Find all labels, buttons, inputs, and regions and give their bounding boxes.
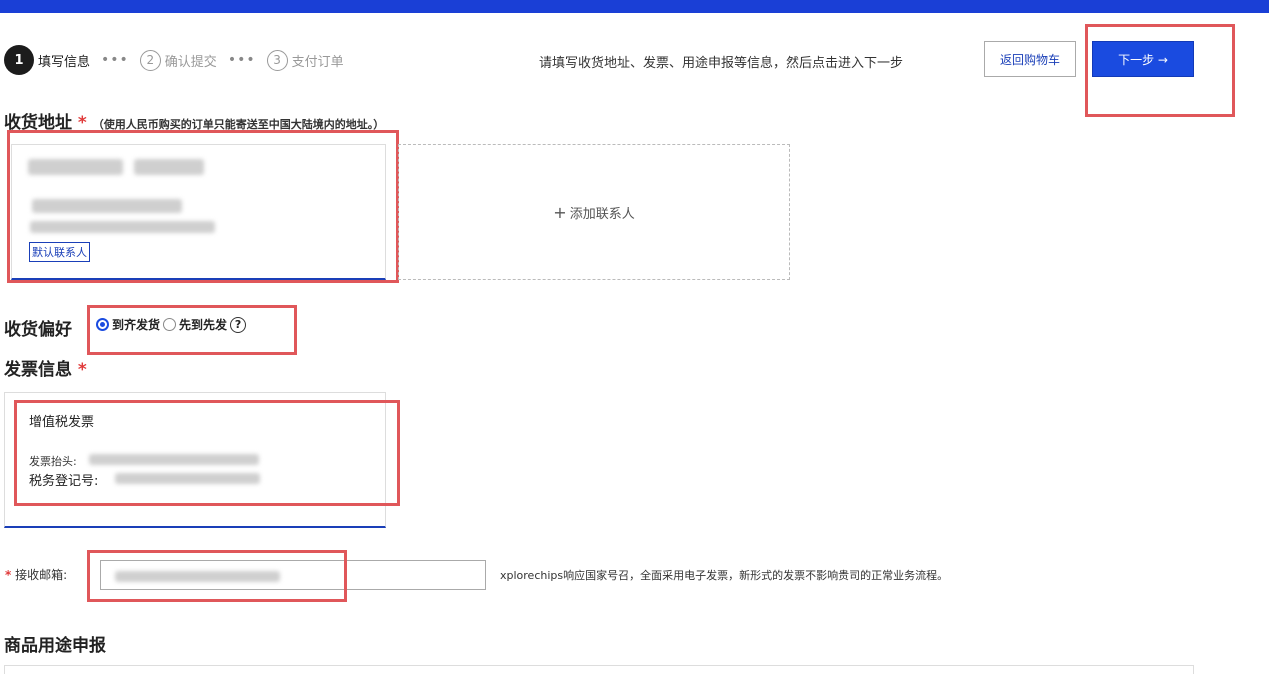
email-label: * 接收邮箱: [5,566,67,583]
required-mark: * [77,360,87,380]
step-2: 2 确认提交 [139,49,217,71]
step-3: 3 支付订单 [266,49,344,71]
add-contact-label: 添加联系人 [569,206,635,222]
back-to-cart-button[interactable]: 返回购物车 [984,41,1076,77]
highlight-box-next [1085,24,1235,117]
step-separator: ••• [227,52,256,68]
step-2-number: 2 [139,49,161,71]
instruction-hint: 请填写收货地址、发票、用途申报等信息，然后点击进入下一步 [539,56,904,71]
step-1-label: 填写信息 [38,54,91,70]
highlight-box-preference [87,305,297,355]
highlight-box-invoice [14,400,400,506]
usage-box [4,665,1194,674]
email-label-text: 接收邮箱: [15,568,68,582]
required-mark: * [5,568,12,582]
step-1: 1 填写信息 [4,45,90,75]
plus-icon: + [553,202,567,222]
top-bar [0,0,1269,13]
step-2-label: 确认提交 [164,54,217,70]
email-note: xplorechips响应国家号召，全面采用电子发票，新形式的发票不影响贵司的正… [500,569,949,582]
step-1-number: 1 [4,45,34,75]
step-3-number: 3 [266,49,288,71]
invoice-title: 发票信息 [4,360,72,380]
highlight-box-email [87,550,347,602]
invoice-section-title: 发票信息 * [4,355,87,380]
checkout-steps: 1 填写信息 ••• 2 确认提交 ••• 3 支付订单 [4,45,344,75]
step-3-label: 支付订单 [291,54,344,70]
usage-section-title: 商品用途申报 [4,636,106,656]
add-contact-button[interactable]: + 添加联系人 [398,144,790,280]
preference-title: 收货偏好 [4,320,72,340]
highlight-box-address [7,130,399,283]
step-separator: ••• [101,52,129,68]
